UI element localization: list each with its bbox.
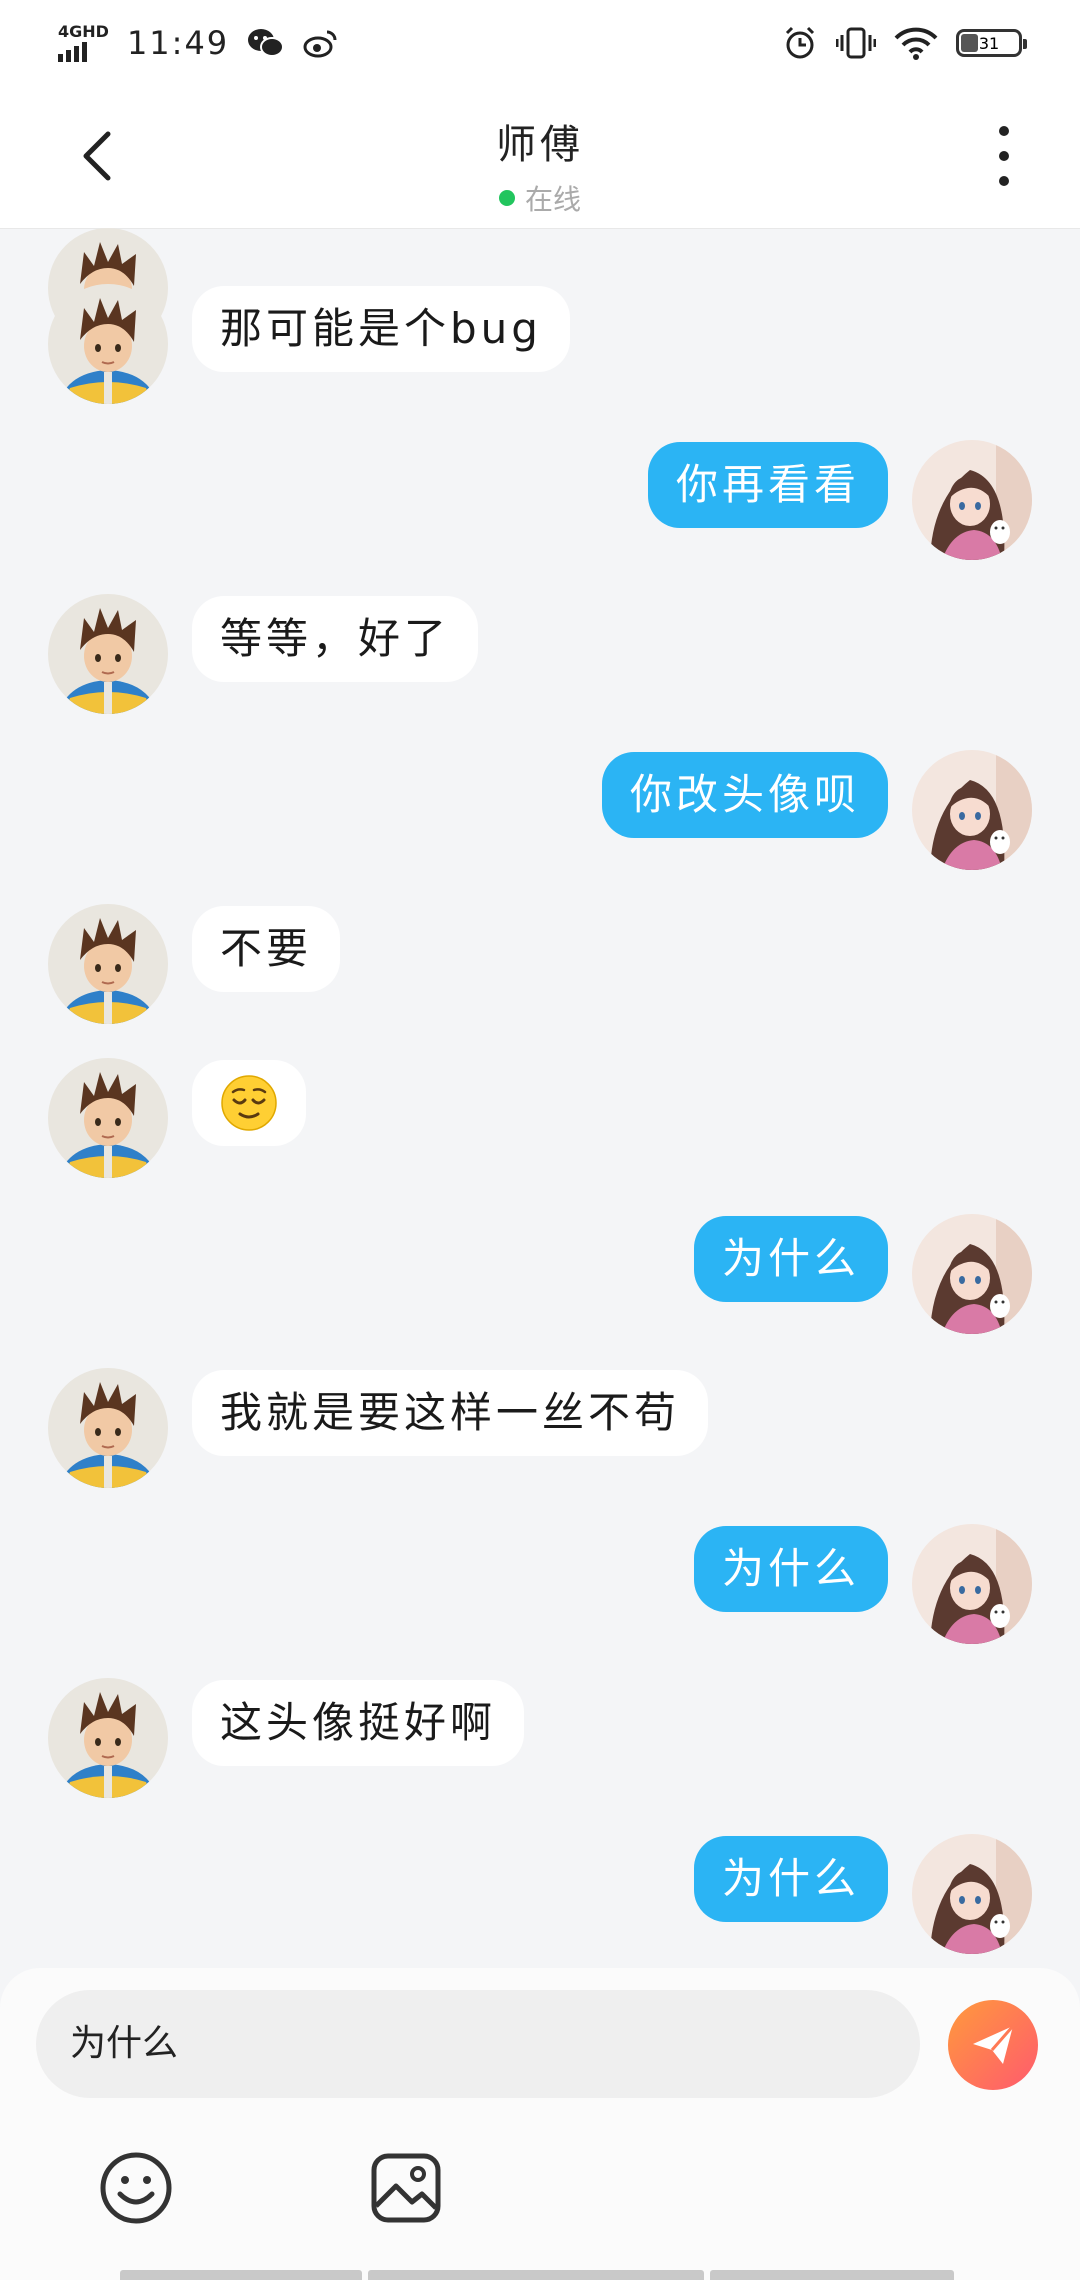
status-bar: 4GHD 11:49 31 xyxy=(0,0,1080,86)
online-status-text: 在线 xyxy=(524,183,581,216)
message-row: 为什么 xyxy=(0,1524,1080,1644)
send-button[interactable] xyxy=(948,2000,1038,2090)
relieved-face-icon xyxy=(221,1074,277,1131)
incoming-message-bubble[interactable] xyxy=(192,1060,306,1146)
message-text: 等等，好了 xyxy=(220,614,451,663)
chat-title-block: 师傅 在线 xyxy=(0,112,1080,218)
chat-header: 师傅 在线 xyxy=(0,86,1080,229)
navigation-bar xyxy=(120,2270,954,2280)
incoming-message-bubble[interactable]: 等等，好了 xyxy=(192,596,479,682)
alarm-icon xyxy=(785,26,815,59)
message-text: 我就是要这样一丝不苟 xyxy=(220,1388,681,1437)
online-status: 在线 xyxy=(0,178,1080,218)
message-row: 为什么 xyxy=(0,1834,1080,1954)
message-text: 那可能是个bug xyxy=(220,304,542,353)
image-icon[interactable] xyxy=(366,2148,446,2228)
self-avatar[interactable] xyxy=(912,1524,1032,1644)
message-row: 你改头像呗 xyxy=(0,750,1080,870)
message-text: 为什么 xyxy=(721,1544,860,1593)
chat-title: 师傅 xyxy=(496,122,584,168)
battery-level: 31 xyxy=(978,33,1000,53)
status-bar-left: 4GHD 11:49 xyxy=(58,24,339,62)
message-text: 这头像挺好啊 xyxy=(220,1698,497,1747)
composer: 为什么 xyxy=(0,1968,1080,2280)
status-bar-right: 31 xyxy=(782,25,1027,61)
message-row: 为什么 xyxy=(0,1214,1080,1334)
incoming-message-bubble[interactable]: 这头像挺好啊 xyxy=(192,1680,525,1766)
network-type-label: 4GHD xyxy=(58,22,109,41)
more-vertical-icon[interactable] xyxy=(984,126,1024,186)
message-row xyxy=(0,1058,1080,1178)
message-text: 你再看看 xyxy=(675,460,860,509)
smiley-icon[interactable] xyxy=(96,2148,176,2228)
battery-icon: 31 xyxy=(956,29,1027,57)
message-text: 不要 xyxy=(220,924,313,973)
message-row: 这头像挺好啊 xyxy=(0,1678,1080,1798)
send-icon xyxy=(973,2025,1015,2064)
message-text: 为什么 xyxy=(721,1854,860,1903)
message-row: 等等，好了 xyxy=(0,594,1080,714)
contact-avatar[interactable] xyxy=(48,1368,168,1488)
message-row: 那可能是个bug xyxy=(0,284,1080,404)
incoming-message-bubble[interactable]: 我就是要这样一丝不苟 xyxy=(192,1370,709,1456)
outgoing-message-bubble[interactable]: 你再看看 xyxy=(647,442,888,528)
vibrate-icon xyxy=(836,27,876,59)
weibo-icon xyxy=(303,30,337,58)
message-row: 我就是要这样一丝不苟 xyxy=(0,1368,1080,1488)
contact-avatar[interactable] xyxy=(48,904,168,1024)
message-row: 你再看看 xyxy=(0,440,1080,560)
signal-icon: 4GHD xyxy=(58,24,109,62)
outgoing-message-bubble[interactable]: 为什么 xyxy=(693,1216,888,1302)
outgoing-message-bubble[interactable]: 为什么 xyxy=(693,1836,888,1922)
self-avatar[interactable] xyxy=(912,750,1032,870)
message-text: 为什么 xyxy=(721,1234,860,1283)
message-text: 你改头像呗 xyxy=(629,770,860,819)
self-avatar[interactable] xyxy=(912,440,1032,560)
self-avatar[interactable] xyxy=(912,1214,1032,1334)
message-input[interactable]: 为什么 xyxy=(36,1990,920,2098)
wifi-icon xyxy=(894,27,938,60)
status-time: 11:49 xyxy=(126,24,230,62)
incoming-message-bubble[interactable]: 那可能是个bug xyxy=(192,286,570,372)
wechat-icon xyxy=(248,29,285,57)
incoming-message-bubble[interactable]: 不要 xyxy=(192,906,341,992)
message-row: 不要 xyxy=(0,904,1080,1024)
contact-avatar[interactable] xyxy=(48,594,168,714)
message-list[interactable]: 那可能是个bug 你再看看 等等，好了 你改头像呗 不要 为什么 我就是要这样一… xyxy=(0,228,1080,1968)
contact-avatar[interactable] xyxy=(48,1678,168,1798)
outgoing-message-bubble[interactable]: 为什么 xyxy=(693,1526,888,1612)
online-dot-icon xyxy=(498,190,515,206)
contact-avatar[interactable] xyxy=(48,284,168,404)
self-avatar[interactable] xyxy=(912,1834,1032,1954)
contact-avatar[interactable] xyxy=(48,1058,168,1178)
outgoing-message-bubble[interactable]: 你改头像呗 xyxy=(601,752,888,838)
